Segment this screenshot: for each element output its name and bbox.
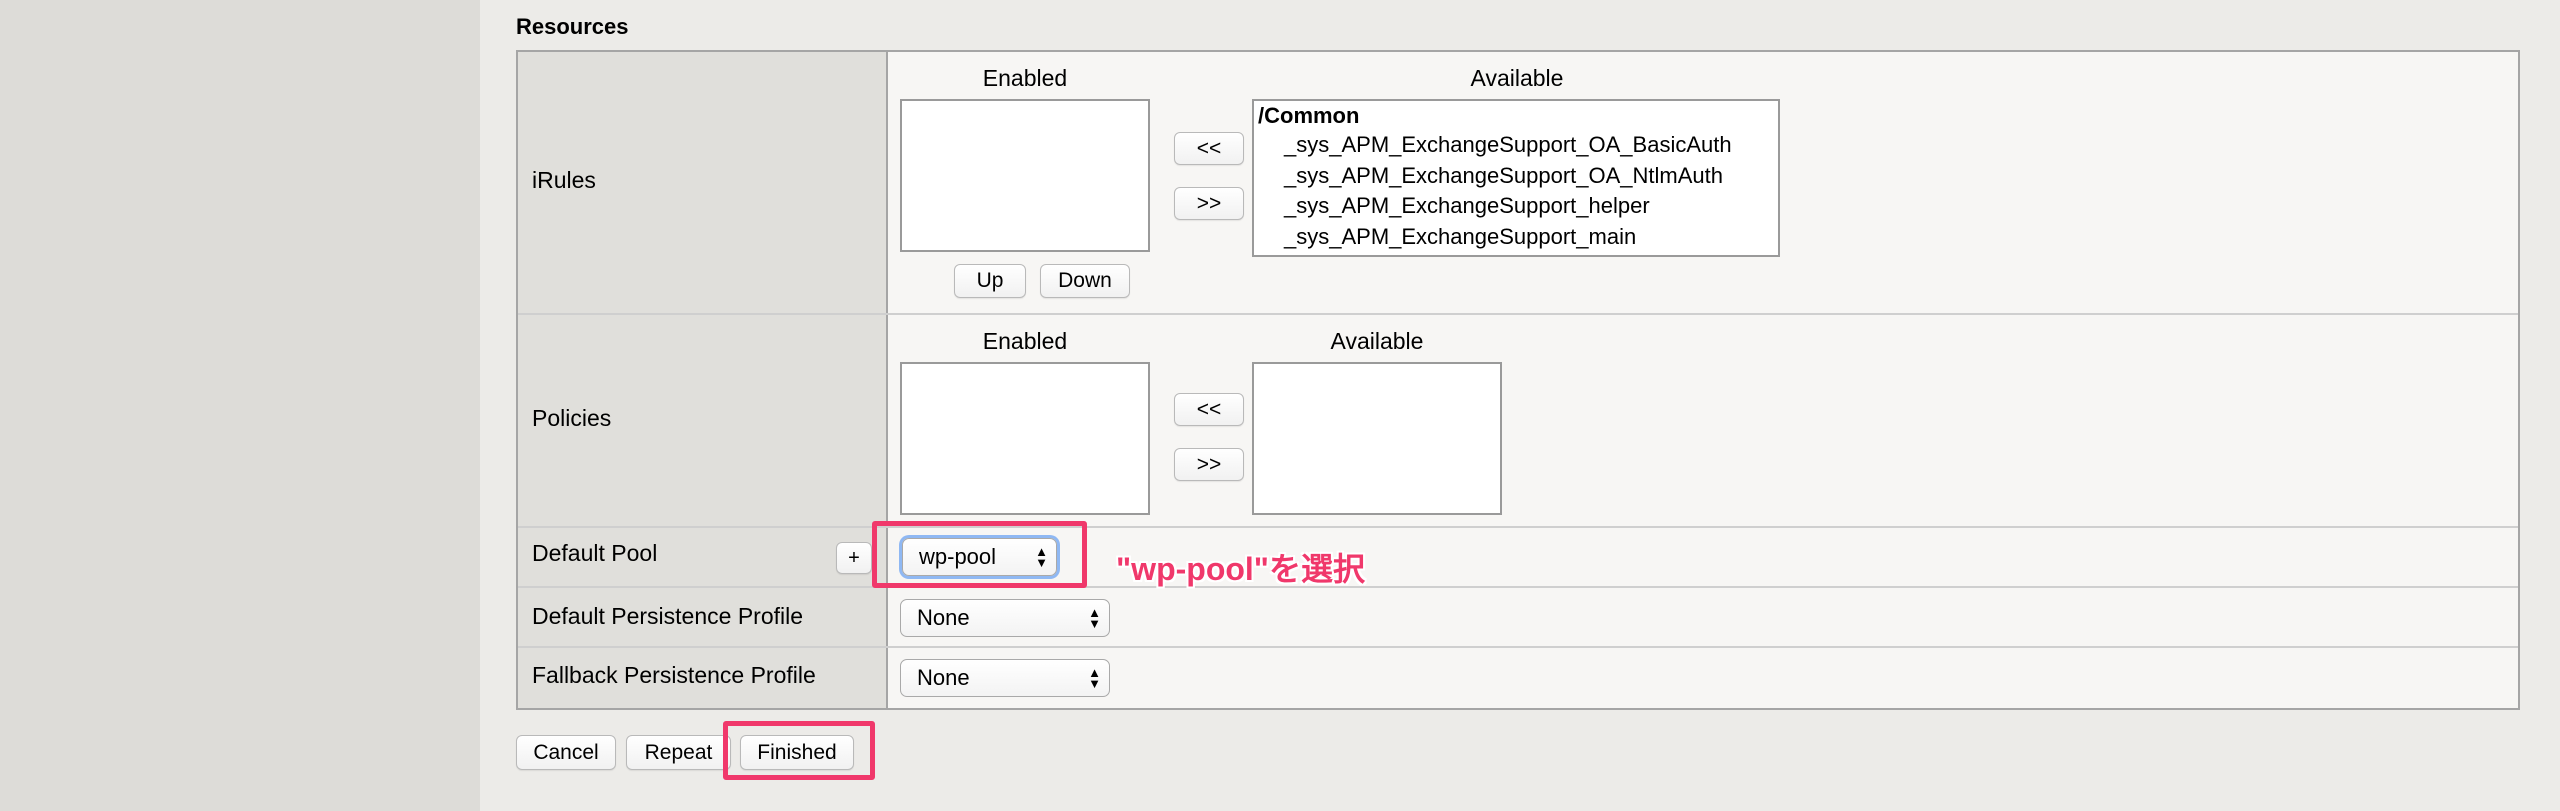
default-pool-highlight (872, 521, 1087, 588)
policies-enabled-list[interactable] (900, 362, 1150, 515)
irules-up-button[interactable]: Up (954, 264, 1026, 298)
left-sidebar-area (0, 0, 480, 811)
list-item[interactable]: _sys_APM_ExchangeSupport_OA_BasicAuth (1284, 132, 1732, 158)
list-item[interactable]: _sys_APM_ExchangeSupport_main (1284, 224, 1636, 250)
irules-row: iRules Enabled Available << >> /Common _… (518, 52, 2518, 315)
policies-enabled-heading: Enabled (982, 328, 1068, 354)
policies-available-heading: Available (1330, 328, 1424, 354)
policies-label: Policies (532, 405, 612, 431)
resources-panel: iRules Enabled Available << >> /Common _… (516, 50, 2520, 710)
annotation-select-wp-pool: "wp-pool"を選択 (1116, 551, 1365, 587)
irules-available-heading: Available (1470, 65, 1564, 91)
default-persistence-row: Default Persistence Profile None ▲ ▼ (518, 588, 2518, 648)
repeat-button[interactable]: Repeat (626, 735, 731, 770)
section-title: Resources (516, 14, 629, 39)
policies-move-left-button[interactable]: << (1174, 393, 1244, 426)
default-persistence-select[interactable]: None ▲ ▼ (900, 599, 1110, 637)
fallback-persistence-label: Fallback Persistence Profile (532, 662, 816, 688)
list-item[interactable]: _sys_APM_ExchangeSupport_OA_NtlmAuth (1284, 163, 1723, 189)
policies-label-cell: Policies (518, 315, 888, 526)
cancel-button[interactable]: Cancel (516, 735, 616, 770)
fallback-persistence-selected: None (917, 665, 970, 690)
add-pool-button[interactable]: + (836, 542, 872, 574)
policies-row: Policies Enabled Available << >> (518, 315, 2518, 528)
finished-highlight (723, 721, 875, 780)
irules-label: iRules (532, 167, 596, 193)
irules-label-cell: iRules (518, 52, 888, 313)
default-pool-row: Default Pool + wp-pool ▲ ▼ (518, 528, 2518, 588)
policies-available-list[interactable] (1252, 362, 1502, 515)
fallback-persistence-value-cell: None ▲ ▼ (890, 648, 2518, 708)
default-persistence-label-cell: Default Persistence Profile (518, 588, 888, 646)
available-group-common: /Common (1258, 103, 1360, 128)
default-pool-label-cell: Default Pool + (518, 528, 888, 586)
irules-move-left-button[interactable]: << (1174, 132, 1244, 165)
irules-enabled-heading: Enabled (982, 65, 1068, 91)
policies-move-right-button[interactable]: >> (1174, 448, 1244, 481)
default-persistence-label: Default Persistence Profile (532, 603, 804, 629)
irules-down-button[interactable]: Down (1040, 264, 1130, 298)
fallback-persistence-row: Fallback Persistence Profile None ▲ ▼ (518, 648, 2518, 708)
default-persistence-selected: None (917, 605, 970, 630)
main-content: Resources iRules Enabled Available << >>… (480, 0, 2560, 811)
default-persistence-value-cell: None ▲ ▼ (890, 588, 2518, 646)
default-pool-label: Default Pool (532, 540, 658, 566)
irules-available-list[interactable]: /Common _sys_APM_ExchangeSupport_OA_Basi… (1252, 99, 1780, 257)
select-arrows-icon: ▲ ▼ (1088, 665, 1101, 691)
fallback-persistence-select[interactable]: None ▲ ▼ (900, 659, 1110, 697)
irules-enabled-list[interactable] (900, 99, 1150, 252)
fallback-persistence-label-cell: Fallback Persistence Profile (518, 648, 888, 708)
irules-move-right-button[interactable]: >> (1174, 187, 1244, 220)
list-item[interactable]: _sys_APM_ExchangeSupport_helper (1284, 193, 1650, 219)
select-arrows-icon: ▲ ▼ (1088, 605, 1101, 631)
irules-value-cell: Enabled Available << >> /Common _sys_APM… (890, 52, 2518, 313)
policies-value-cell: Enabled Available << >> (890, 315, 2518, 526)
